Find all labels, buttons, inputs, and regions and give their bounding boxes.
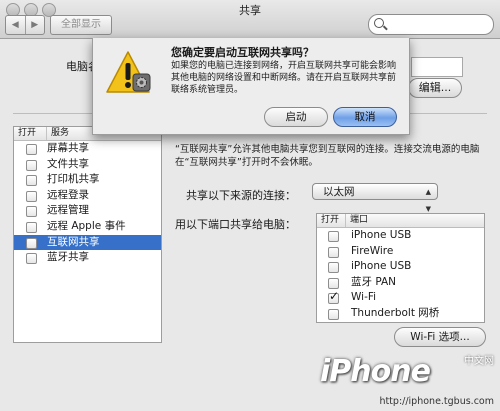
service-row[interactable]: 蓝牙共享	[14, 250, 161, 266]
ports-header: 打开 端口	[317, 214, 484, 228]
port-checkbox-checked[interactable]	[328, 289, 339, 305]
wifi-options-button[interactable]: Wi-Fi 选项...	[394, 327, 486, 347]
service-checkbox[interactable]	[26, 221, 37, 233]
source-select[interactable]: 以太网 ▲ ▼	[312, 183, 438, 213]
port-label: 蓝牙 PAN	[351, 275, 397, 288]
port-row[interactable]: Thunderbolt 网桥	[317, 306, 484, 322]
ports-list: 打开 端口 iPhone USB FireWire iPhone USB 蓝牙 PAN…	[316, 213, 485, 323]
service-row[interactable]: 打印机共享	[14, 172, 161, 188]
nav-back-forward[interactable]: ◀ ▶	[5, 15, 45, 35]
service-row[interactable]: 远程登录	[14, 188, 161, 204]
services-header-service: 服务	[51, 128, 70, 138]
service-checkbox[interactable]	[26, 237, 37, 249]
sharing-window: 共享 ◀ ▶ 全部显示 电脑名 编辑... 打开 服务 屏幕共享 文件共享 打印机共…	[0, 0, 500, 411]
service-checkbox[interactable]	[26, 190, 37, 202]
watermark-url: http://iphone.tgbus.com	[379, 396, 494, 407]
port-label: FireWire	[351, 244, 394, 257]
service-label: 远程管理	[47, 204, 89, 217]
search-field[interactable]	[368, 14, 494, 35]
port-checkbox[interactable]	[328, 262, 339, 273]
service-checkbox[interactable]	[26, 206, 37, 218]
computer-name-field[interactable]	[411, 57, 463, 77]
port-row[interactable]: FireWire	[317, 244, 484, 260]
back-arrow-icon[interactable]: ◀	[6, 16, 25, 34]
port-row[interactable]: iPhone USB	[317, 228, 484, 244]
service-row[interactable]: 文件共享	[14, 157, 161, 173]
sharing-description: “互联网共享”允许其他电脑共享您到互联网的连接。连接交流电源的电脑在“互联网共享…	[175, 144, 480, 168]
port-checkbox[interactable]	[328, 277, 339, 289]
source-select-value: 以太网	[323, 186, 355, 198]
services-header-on: 打开	[14, 127, 47, 140]
alert-sheet: 您确定要启动互联网共享吗？ 如果您的电脑已连接到网络，开启互联网共享可能会影响其…	[92, 38, 410, 135]
service-checkbox[interactable]	[26, 159, 37, 171]
port-checkbox[interactable]	[328, 246, 339, 258]
service-label: 互联网共享	[47, 235, 100, 248]
port-label: Thunderbolt 网桥	[351, 306, 440, 319]
show-all-button[interactable]: 全部显示	[50, 15, 112, 35]
cancel-button[interactable]: 取消	[333, 107, 397, 127]
service-label: 打印机共享	[47, 173, 100, 186]
ports-header-port: 端口	[350, 215, 369, 225]
title-bar: 共享 ◀ ▶ 全部显示	[0, 0, 500, 39]
service-row[interactable]: 远程 Apple 事件	[14, 219, 161, 235]
watermark: iPhone 中文网 http://iphone.tgbus.com	[318, 350, 500, 411]
port-label: 以太网	[351, 322, 383, 323]
port-checkbox[interactable]	[328, 308, 339, 320]
service-label: 文件共享	[47, 157, 89, 170]
source-label: 共享以下来源的连接：	[186, 189, 296, 202]
services-list: 打开 服务 屏幕共享文件共享打印机共享远程登录远程管理远程 Apple 事件 互联…	[13, 126, 162, 343]
warning-icon	[106, 51, 151, 93]
service-checkbox[interactable]	[26, 175, 37, 187]
port-row[interactable]: Wi-Fi	[317, 289, 484, 306]
watermark-brand: iPhone	[320, 354, 431, 389]
watermark-cn: 中文网	[464, 356, 494, 367]
service-label: 远程登录	[47, 188, 89, 201]
service-checkbox[interactable]	[26, 253, 37, 265]
port-label: iPhone USB	[351, 229, 412, 241]
alert-message: 如果您的电脑已连接到网络，开启互联网共享可能会影响其他电脑的网络设置和中断网络。…	[171, 61, 397, 95]
forward-arrow-icon[interactable]: ▶	[24, 16, 45, 34]
service-label: 蓝牙共享	[47, 251, 89, 264]
port-row[interactable]: 蓝牙 PAN	[317, 275, 484, 291]
edit-button[interactable]: 编辑...	[408, 78, 462, 98]
service-label: 屏幕共享	[47, 142, 89, 154]
port-label: iPhone USB	[351, 260, 412, 272]
ports-header-on: 打开	[317, 214, 346, 227]
service-row[interactable]: 互联网共享	[14, 234, 161, 251]
search-icon	[374, 18, 384, 28]
port-row[interactable]: iPhone USB	[317, 259, 484, 275]
service-row[interactable]: 屏幕共享	[14, 141, 161, 157]
start-button[interactable]: 启动	[264, 107, 328, 127]
port-checkbox[interactable]	[328, 231, 339, 242]
alert-title: 您确定要启动互联网共享吗？	[171, 46, 314, 59]
service-label: 远程 Apple 事件	[47, 219, 126, 232]
port-label: Wi-Fi	[351, 291, 377, 303]
ports-label: 用以下端口共享给电脑：	[175, 218, 296, 231]
service-checkbox[interactable]	[26, 144, 37, 155]
port-row[interactable]: 以太网	[317, 321, 484, 323]
service-row[interactable]: 远程管理	[14, 203, 161, 219]
